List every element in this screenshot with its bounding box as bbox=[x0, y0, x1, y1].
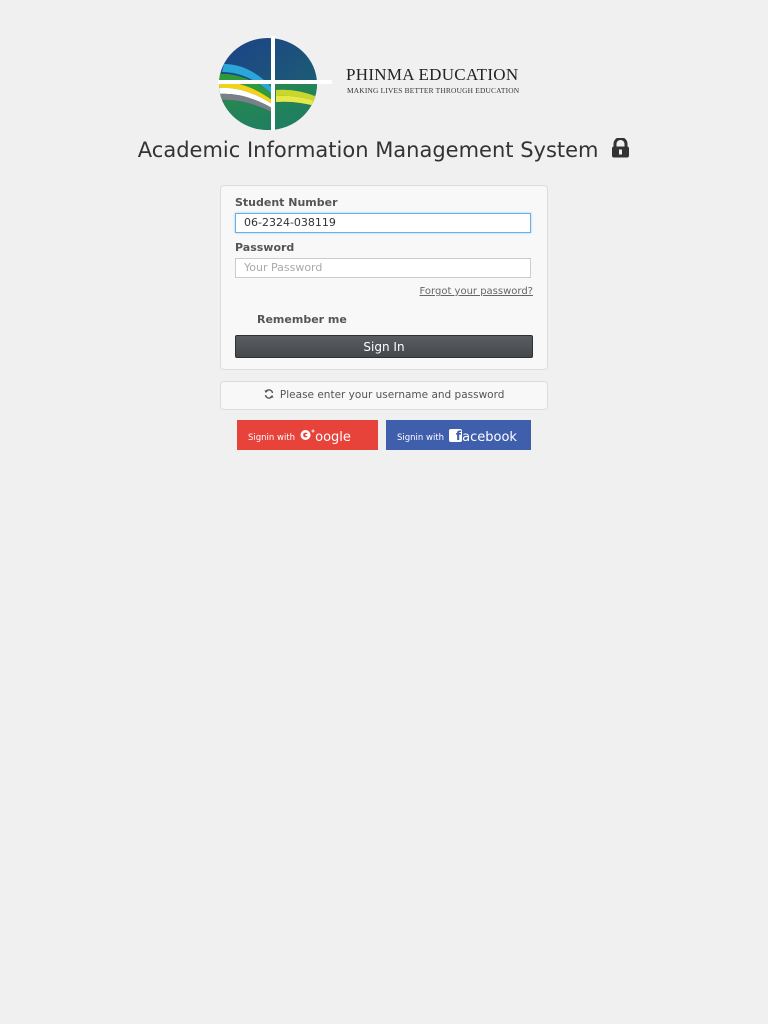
status-message: Please enter your username and password bbox=[220, 381, 548, 410]
google-signin-button[interactable]: Signin with oogle bbox=[237, 420, 378, 450]
brand-name: PHINMA EDUCATION bbox=[346, 65, 519, 84]
page-title: Academic Information Management System bbox=[0, 138, 768, 162]
facebook-signin-prefix: Signin with bbox=[397, 433, 445, 443]
sign-in-button[interactable]: Sign In bbox=[235, 335, 533, 358]
facebook-signin-button[interactable]: Signin with facebook bbox=[386, 420, 531, 450]
forgot-password-link[interactable]: Forgot your password? bbox=[420, 286, 533, 297]
password-input[interactable] bbox=[235, 258, 531, 278]
page-title-text: Academic Information Management System bbox=[137, 138, 599, 162]
login-form: Student Number Password Forgot your pass… bbox=[220, 185, 548, 370]
status-text: Please enter your username and password bbox=[279, 389, 505, 401]
refresh-icon bbox=[263, 389, 274, 399]
student-number-input[interactable] bbox=[235, 213, 531, 233]
phinma-logo: PHINMA EDUCATION MAKING LIVES BETTER THR… bbox=[214, 34, 554, 132]
facebook-icon: f bbox=[449, 429, 463, 442]
google-signin-prefix: Signin with bbox=[248, 433, 296, 443]
facebook-brand-text: acebook bbox=[462, 430, 517, 445]
brand-tagline: MAKING LIVES BETTER THROUGH EDUCATION bbox=[347, 86, 520, 95]
remember-me-checkbox[interactable]: Remember me bbox=[257, 313, 347, 326]
google-brand-text: oogle bbox=[315, 430, 351, 445]
google-plus-icon bbox=[300, 429, 315, 440]
student-number-label: Student Number bbox=[235, 196, 338, 209]
password-label: Password bbox=[235, 241, 295, 254]
phinma-emblem-icon bbox=[218, 36, 332, 130]
lock-icon bbox=[612, 138, 630, 158]
